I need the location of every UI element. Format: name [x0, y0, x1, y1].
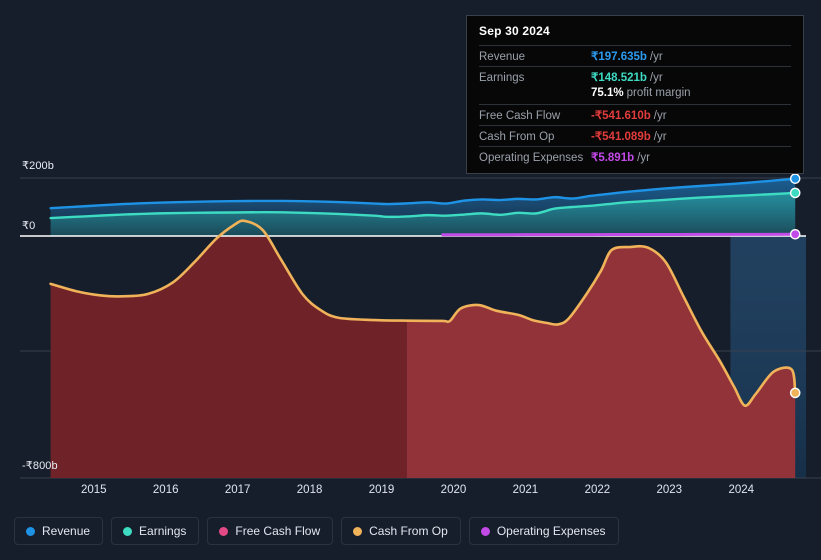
data-tooltip: Sep 30 2024 Revenue ₹197.635b/yr Earnings ₹…	[466, 15, 804, 174]
x-axis-label-2018: 2018	[296, 484, 323, 496]
endpoint-marker-earnings[interactable]	[789, 187, 801, 199]
x-axis-label-2017: 2017	[224, 484, 251, 496]
legend-item-revenue[interactable]: Revenue	[14, 517, 104, 545]
tooltip-row: Cash From Op -₹541.089b/yr	[479, 125, 791, 146]
legend-color-dot	[353, 526, 363, 536]
tooltip-row-suffix: /yr	[637, 152, 650, 164]
tooltip-row-value: ₹148.521b/yr	[591, 72, 663, 84]
tooltip-row-value: ₹5.891b/yr	[591, 152, 650, 164]
tooltip-row-suffix: profit margin	[626, 87, 691, 99]
tooltip-row-suffix: /yr	[653, 131, 667, 143]
tooltip-row: Operating Expenses ₹5.891b/yr	[479, 146, 791, 167]
tooltip-row: Free Cash Flow -₹541.610b/yr	[479, 104, 791, 125]
x-axis-label-2021: 2021	[512, 484, 539, 496]
legend-item-cash-from-op[interactable]: Cash From Op	[341, 517, 461, 545]
x-axis-label-2019: 2019	[368, 484, 395, 496]
endpoint-marker-cash-from-op[interactable]	[789, 387, 801, 399]
tooltip-row: Revenue ₹197.635b/yr	[479, 45, 791, 66]
y-axis-label-top: ₹200b	[22, 160, 54, 172]
legend-item-operating-expenses[interactable]: Operating Expenses	[468, 517, 619, 545]
y-axis-label-zero: ₹0	[22, 220, 36, 232]
endpoint-marker-revenue[interactable]	[789, 173, 801, 184]
legend-item-label: Operating Expenses	[496, 524, 606, 538]
legend-item-label: Free Cash Flow	[235, 524, 321, 538]
legend-item-free-cash-flow[interactable]: Free Cash Flow	[207, 517, 334, 545]
tooltip-row-label: Operating Expenses	[479, 152, 584, 164]
tooltip-row: Earnings ₹148.521b/yr	[479, 66, 791, 87]
x-axis-label-2023: 2023	[656, 484, 683, 496]
tooltip-row-label: Revenue	[479, 51, 526, 63]
legend-color-dot	[480, 526, 490, 536]
legend-item-label: Earnings	[139, 524, 187, 538]
x-axis-label-2020: 2020	[440, 484, 467, 496]
tooltip-rows: Revenue ₹197.635b/yr Earnings ₹148.521b/yr 7…	[479, 45, 791, 167]
y-axis-label-bottom: -₹800b	[22, 460, 58, 472]
tooltip-row-value: ₹197.635b/yr	[591, 51, 663, 63]
legend-item-label: Revenue	[42, 524, 91, 538]
legend-item-earnings[interactable]: Earnings	[111, 517, 200, 545]
tooltip-row-value: -₹541.610b/yr	[591, 110, 667, 122]
x-axis-label-2022: 2022	[584, 484, 611, 496]
tooltip-date: Sep 30 2024	[479, 24, 550, 38]
tooltip-row-label: Cash From Op	[479, 131, 555, 143]
tooltip-row-suffix: /yr	[649, 51, 663, 63]
tooltip-row-label: Earnings	[479, 72, 525, 84]
tooltip-row-suffix: /yr	[653, 110, 667, 122]
financial-chart: ₹200b ₹0 -₹800b 2015 2016 2017 2018 2019 2020…	[0, 0, 821, 560]
legend-item-label: Cash From Op	[369, 524, 448, 538]
chart-legend[interactable]: Revenue Earnings Free Cash Flow Cash From O…	[14, 517, 619, 545]
tooltip-row-value: -₹541.089b/yr	[591, 131, 667, 143]
endpoint-marker-operating-expenses[interactable]	[789, 228, 801, 240]
legend-color-dot	[26, 526, 35, 536]
tooltip-row-label: Free Cash Flow	[479, 110, 561, 122]
legend-color-dot	[123, 526, 133, 536]
x-axis-label-2024: 2024	[728, 484, 755, 496]
tooltip-row: 75.1% profit margin	[479, 87, 791, 104]
tooltip-row-suffix: /yr	[649, 72, 663, 84]
x-axis-label-2015: 2015	[80, 484, 107, 496]
legend-color-dot	[219, 526, 229, 536]
tooltip-row-value: 75.1% profit margin	[591, 87, 691, 99]
x-axis-label-2016: 2016	[152, 484, 179, 496]
